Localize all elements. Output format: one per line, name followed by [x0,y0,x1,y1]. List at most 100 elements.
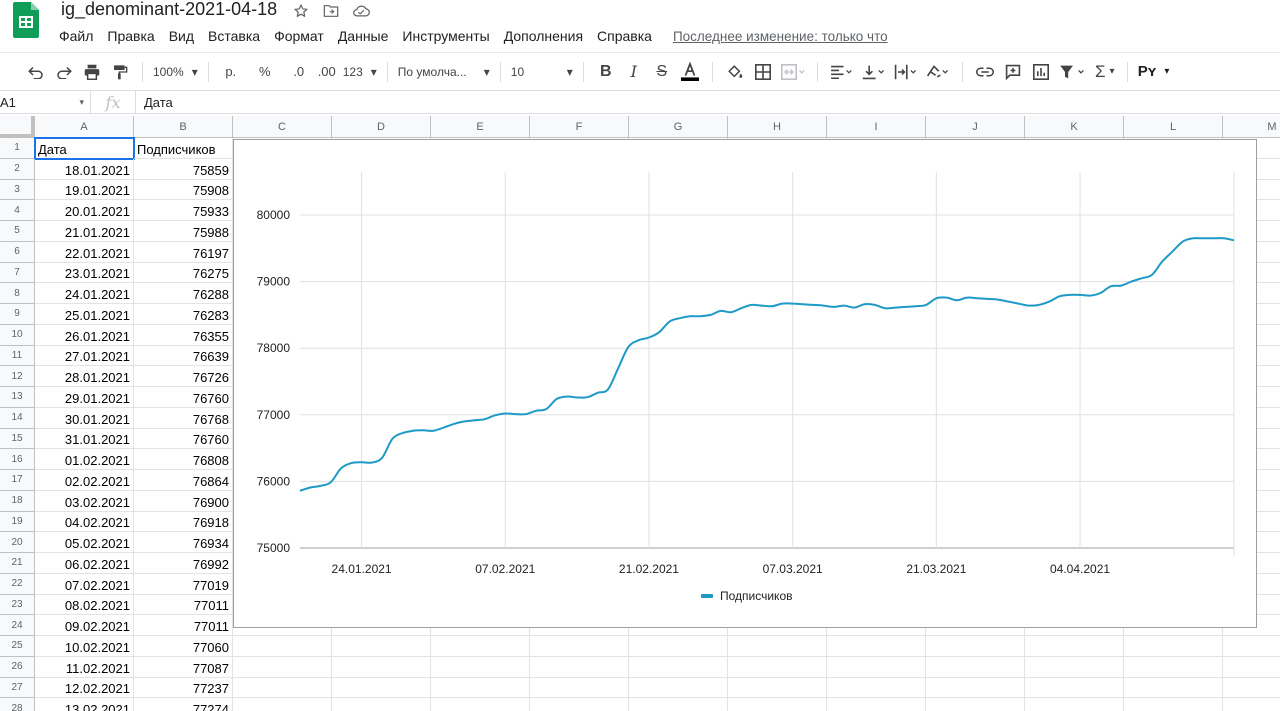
row-header[interactable]: 22 [0,573,35,595]
subscribers-cell[interactable]: 76275 [134,262,233,284]
empty-cell[interactable] [1124,677,1223,699]
functions-icon[interactable]: Σ ▾ [1093,60,1117,84]
paint-format-icon[interactable] [108,60,132,84]
row-header[interactable]: 5 [0,221,35,242]
empty-cell[interactable] [530,677,629,699]
empty-cell[interactable] [332,636,431,657]
row-header[interactable]: 3 [0,179,35,201]
row-header[interactable]: 15 [0,428,35,450]
select-all-corner[interactable] [0,116,35,138]
column-header-d[interactable]: D [332,116,431,138]
empty-cell[interactable] [431,656,530,678]
subscribers-cell[interactable]: 76639 [134,345,233,367]
empty-cell[interactable] [1223,678,1280,699]
empty-cell[interactable] [233,656,332,678]
row-header[interactable]: 25 [0,636,35,657]
column-header-l[interactable]: L [1124,116,1223,138]
more-formats-select[interactable]: 123 ▾ [343,60,377,84]
column-header-k[interactable]: K [1025,116,1124,138]
empty-cell[interactable] [332,698,431,711]
empty-cell[interactable] [431,698,530,711]
column-header-b[interactable]: B [134,116,233,138]
borders-icon[interactable] [751,60,775,84]
date-cell[interactable]: 29.01.2021 [35,387,134,408]
date-cell[interactable]: 28.01.2021 [35,366,134,387]
input-tools-button[interactable]: Рʏ ▾ [1138,60,1170,84]
row-header[interactable]: 4 [0,200,35,221]
empty-cell[interactable] [332,656,431,678]
empty-cell[interactable] [728,698,827,711]
font-family-select[interactable]: По умолча... ▾ [398,60,490,84]
empty-cell[interactable] [1223,698,1280,711]
subscribers-cell[interactable]: 75933 [134,200,233,221]
empty-cell[interactable] [629,636,728,657]
subscribers-cell[interactable]: 76355 [134,324,233,346]
row-header[interactable]: 16 [0,449,35,470]
column-header-f[interactable]: F [530,116,629,138]
menu-help[interactable]: Справка [590,28,659,44]
name-box[interactable]: A1 ▾ [0,91,91,113]
column-header-j[interactable]: J [926,116,1025,138]
formula-input[interactable]: Дата [144,95,173,110]
menu-addons[interactable]: Дополнения [497,28,590,44]
empty-cell[interactable] [728,636,827,657]
star-icon[interactable] [292,2,310,20]
row-header[interactable]: 8 [0,283,35,304]
subscribers-cell[interactable]: 77011 [134,594,233,616]
column-header-m[interactable]: M [1223,116,1280,138]
empty-cell[interactable] [827,656,926,678]
row-header[interactable]: 12 [0,366,35,387]
row-header[interactable]: 26 [0,656,35,678]
date-cell[interactable]: 18.01.2021 [35,158,134,180]
date-cell[interactable]: 23.01.2021 [35,262,134,284]
column-header-e[interactable]: E [431,116,530,138]
row-header[interactable]: 13 [0,387,35,408]
subscribers-cell[interactable]: 76197 [134,241,233,263]
empty-cell[interactable] [1124,636,1223,657]
column-header-c[interactable]: C [233,116,332,138]
empty-cell[interactable] [926,677,1025,699]
insert-comment-icon[interactable] [1001,60,1025,84]
subscribers-cell[interactable]: 76283 [134,304,233,325]
row-header[interactable]: 21 [0,553,35,574]
sheets-logo-icon[interactable] [13,2,39,38]
menu-edit[interactable]: Правка [100,28,161,44]
font-size-select[interactable]: 10 ▾ [511,60,573,84]
italic-icon[interactable]: I [622,60,646,84]
date-cell[interactable]: 02.02.2021 [35,470,134,491]
subscribers-cell[interactable]: 76726 [134,366,233,387]
subscribers-cell[interactable]: 76760 [134,387,233,408]
subscribers-cell[interactable]: 75908 [134,179,233,201]
menu-view[interactable]: Вид [162,28,201,44]
percent-format-button[interactable]: % [253,60,277,84]
date-cell[interactable]: 08.02.2021 [35,594,134,616]
empty-cell[interactable] [332,677,431,699]
row-header[interactable]: 9 [0,304,35,325]
empty-cell[interactable] [629,698,728,711]
menu-tools[interactable]: Инструменты [395,28,496,44]
subscribers-cell[interactable]: 77011 [134,615,233,636]
date-cell[interactable]: 12.02.2021 [35,677,134,699]
subscribers-cell[interactable]: 77274 [134,698,233,711]
document-title[interactable]: ig_denominant-2021-04-18 [61,0,277,20]
empty-cell[interactable] [1025,677,1124,699]
empty-cell[interactable] [827,677,926,699]
empty-cell[interactable] [233,636,332,657]
redo-icon[interactable] [52,60,76,84]
merge-cells-icon[interactable] [779,60,807,84]
horizontal-align-icon[interactable] [828,60,856,84]
bold-icon[interactable]: B [594,60,618,84]
fill-color-icon[interactable] [723,60,747,84]
row-header[interactable]: 7 [0,262,35,284]
row-header[interactable]: 14 [0,407,35,429]
empty-cell[interactable] [233,677,332,699]
empty-cell[interactable] [1025,636,1124,657]
row-header[interactable]: 11 [0,345,35,367]
menu-file[interactable]: Файл [52,28,100,44]
insert-chart-icon[interactable] [1029,60,1053,84]
empty-cell[interactable] [530,656,629,678]
empty-cell[interactable] [827,698,926,711]
date-cell[interactable]: 10.02.2021 [35,636,134,657]
date-cell[interactable]: 04.02.2021 [35,511,134,533]
empty-cell[interactable] [431,636,530,657]
